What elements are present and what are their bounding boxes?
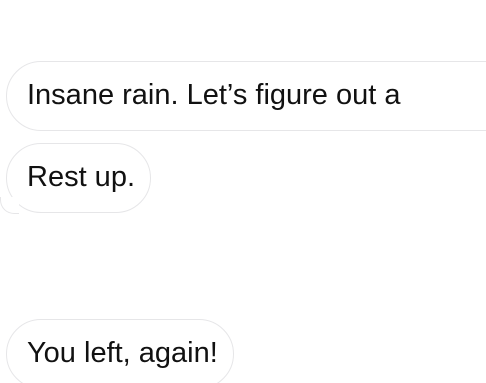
bubble-tail: [0, 197, 19, 214]
received-message-bubble[interactable]: You left, again!: [6, 319, 234, 383]
message-text: Rest up.: [27, 161, 135, 193]
message-thread: Insane rain. Let’s figure out a Rest up.…: [0, 0, 486, 383]
message-text: Insane rain. Let’s figure out a: [27, 79, 401, 111]
received-message-bubble[interactable]: Rest up.: [0, 143, 151, 214]
message-text: You left, again!: [27, 337, 218, 369]
received-message-bubble[interactable]: Insane rain. Let’s figure out a: [6, 61, 486, 131]
